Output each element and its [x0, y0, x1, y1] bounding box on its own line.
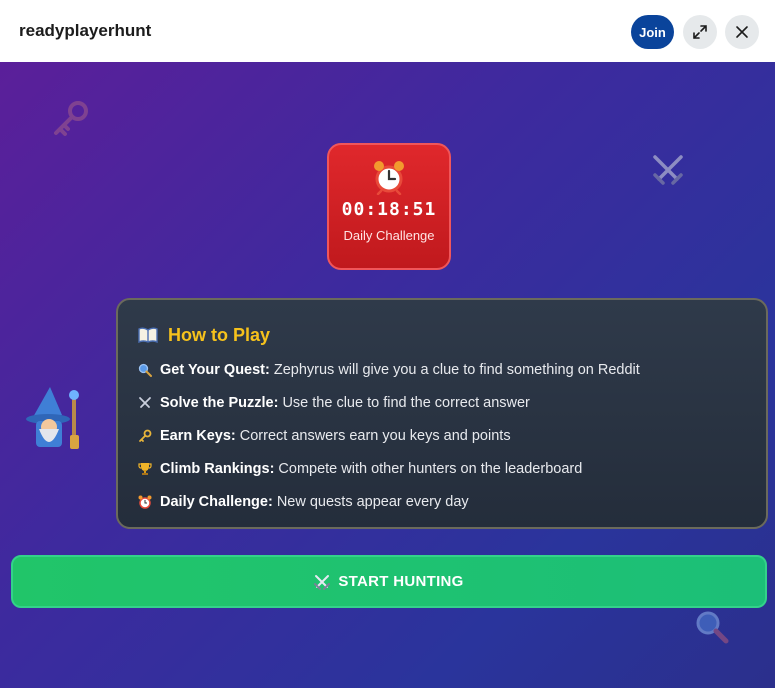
open-book-icon [138, 327, 158, 344]
expand-icon [693, 25, 707, 39]
magnifier-icon [138, 363, 152, 377]
trophy-icon [138, 462, 152, 475]
daily-timer-card: 00:18:51 Daily Challenge [327, 143, 451, 270]
rule-item: Get Your Quest: Zephyrus will give you a… [138, 353, 746, 386]
rule-item: Daily Challenge: New quests appear every… [138, 485, 746, 518]
how-to-play-panel: How to Play Get Your Quest: Zephyrus wil… [116, 298, 768, 529]
how-to-play-title: How to Play [168, 324, 271, 345]
rule-item: Climb Rankings: Compete with other hunte… [138, 452, 746, 485]
rule-text: Use the clue to find the correct answer [282, 394, 530, 411]
rule-text: Compete with other hunters on the leader… [278, 460, 583, 477]
rule-heading: Climb Rankings: [160, 460, 275, 477]
alarm-clock-icon [138, 495, 152, 509]
rule-heading: Solve the Puzzle: [160, 394, 279, 411]
start-hunting-button[interactable]: START HUNTING [11, 555, 767, 608]
rule-text: Correct answers earn you keys and points [239, 427, 511, 444]
rule-heading: Daily Challenge: [160, 493, 273, 510]
join-button[interactable]: Join [631, 15, 674, 49]
crossed-swords-icon [314, 574, 331, 590]
rule-item: Earn Keys: Correct answers earn you keys… [138, 419, 746, 452]
key-icon [54, 101, 88, 136]
crossed-swords-icon [653, 155, 683, 185]
crossed-swords-icon [139, 396, 151, 408]
alarm-clock-icon [374, 161, 404, 195]
timer-value: 00:18:51 [341, 199, 437, 220]
app-header: readyplayerhunt Join [0, 0, 775, 62]
wizard-icon [26, 387, 79, 449]
rule-item: Solve the Puzzle: Use the clue to find t… [138, 386, 746, 419]
rule-text: New quests appear every day [276, 493, 469, 510]
rule-text: Zephyrus will give you a clue to find so… [273, 361, 640, 378]
start-hunting-label: START HUNTING [338, 573, 464, 590]
game-stage: 00:18:51 Daily Challenge How to Play Get… [0, 62, 775, 688]
magnifier-icon [696, 611, 729, 644]
expand-button[interactable] [683, 15, 717, 49]
rule-heading: Earn Keys: [160, 427, 236, 444]
key-icon [139, 429, 152, 442]
close-icon [736, 26, 748, 38]
timer-label: Daily Challenge [343, 228, 435, 243]
rule-heading: Get Your Quest: [160, 361, 270, 378]
app-title: readyplayerhunt [19, 21, 152, 40]
close-button[interactable] [725, 15, 759, 49]
